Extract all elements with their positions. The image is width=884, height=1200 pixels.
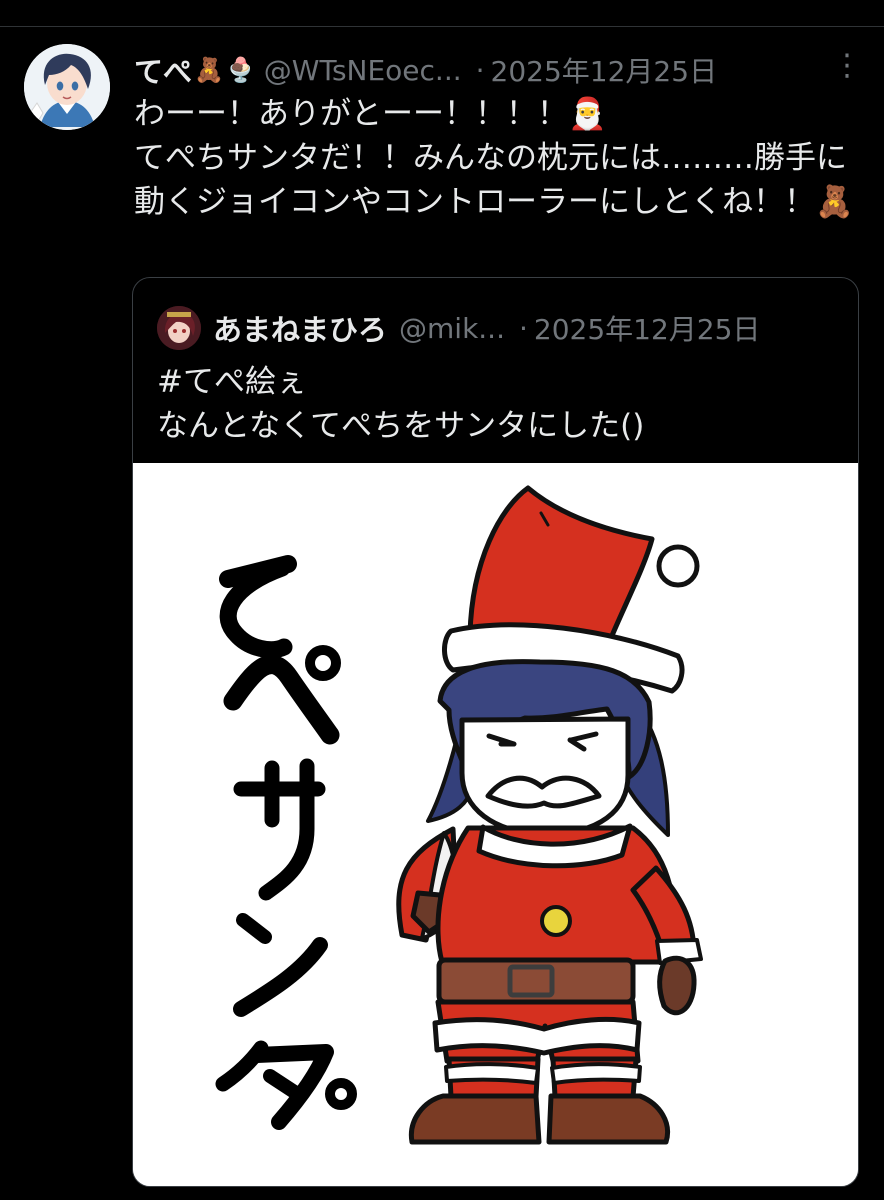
author-avatar[interactable] [24,44,110,130]
quoted-tweet-header: あまねまひろ @mik... · 2025年12月25日 [213,303,760,353]
quoted-tweet[interactable]: あまねまひろ @mik... · 2025年12月25日 #てぺ絵ぇ なんとなく… [132,277,859,1187]
more-options-icon[interactable]: ⋮ [832,48,862,83]
ice-cream-icon: 🍨 [225,56,256,84]
author-name[interactable]: てぺ [134,49,192,91]
top-divider [0,0,884,27]
tweet-date[interactable]: 2025年12月25日 [491,50,718,90]
separator-dot: · [519,311,528,345]
tweet-text: わーー！ありがとーー！！！！🎅 てぺちサンタだ！！みんなの枕元には………勝手に動… [134,96,854,220]
quoted-tweet-date[interactable]: 2025年12月25日 [534,308,761,348]
quoted-tweet-image[interactable] [133,463,858,1186]
quoted-author-avatar[interactable] [157,306,201,350]
quoted-tweet-text: #てぺ絵ぇ なんとなくてぺちをサンタにした() [157,364,645,444]
author-handle[interactable]: @WTsNEoec... [264,54,462,87]
quoted-author-name[interactable]: あまねまひろ [213,307,387,349]
teddy-bear-icon: 🧸 [194,56,224,84]
tweet-header: てぺ 🧸 🍨 @WTsNEoec... · 2025年12月25日 [134,48,864,92]
quoted-author-handle[interactable]: @mik... [399,312,505,345]
separator-dot: · [475,53,485,87]
